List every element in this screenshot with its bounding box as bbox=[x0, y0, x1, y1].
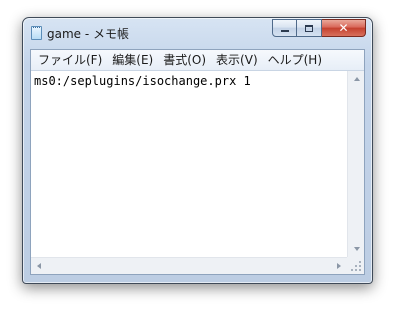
notepad-window: game - メモ帳 ✕ ファイル(F) 編集(E) 書式(O) 表示(V) ヘ… bbox=[22, 17, 373, 284]
maximize-button[interactable] bbox=[297, 19, 322, 37]
scroll-up-icon[interactable] bbox=[354, 77, 360, 81]
window-title: game - メモ帳 bbox=[47, 27, 130, 41]
vertical-scrollbar[interactable] bbox=[347, 71, 364, 257]
menu-file[interactable]: ファイル(F) bbox=[33, 50, 107, 70]
title-bar[interactable]: game - メモ帳 ✕ bbox=[23, 18, 372, 46]
minimize-button[interactable] bbox=[272, 19, 297, 37]
scroll-left-icon[interactable] bbox=[37, 263, 41, 269]
close-icon: ✕ bbox=[338, 21, 349, 35]
caption-buttons: ✕ bbox=[272, 19, 366, 38]
maximize-icon bbox=[305, 24, 313, 32]
menu-bar: ファイル(F) 編集(E) 書式(O) 表示(V) ヘルプ(H) bbox=[31, 50, 364, 71]
scroll-down-icon[interactable] bbox=[354, 247, 360, 251]
scroll-right-icon[interactable] bbox=[337, 263, 341, 269]
close-button[interactable]: ✕ bbox=[322, 19, 366, 37]
size-grip-icon[interactable] bbox=[347, 257, 364, 274]
text-editor[interactable]: ms0:/seplugins/isochange.prx 1 bbox=[31, 71, 347, 257]
notepad-icon[interactable] bbox=[31, 26, 42, 40]
menu-view[interactable]: 表示(V) bbox=[211, 50, 263, 70]
menu-format[interactable]: 書式(O) bbox=[158, 50, 211, 70]
menu-help[interactable]: ヘルプ(H) bbox=[263, 50, 327, 70]
menu-edit[interactable]: 編集(E) bbox=[107, 50, 158, 70]
client-area: ファイル(F) 編集(E) 書式(O) 表示(V) ヘルプ(H) ms0:/se… bbox=[30, 49, 365, 275]
minimize-icon bbox=[280, 30, 289, 32]
horizontal-scrollbar[interactable] bbox=[31, 257, 347, 274]
